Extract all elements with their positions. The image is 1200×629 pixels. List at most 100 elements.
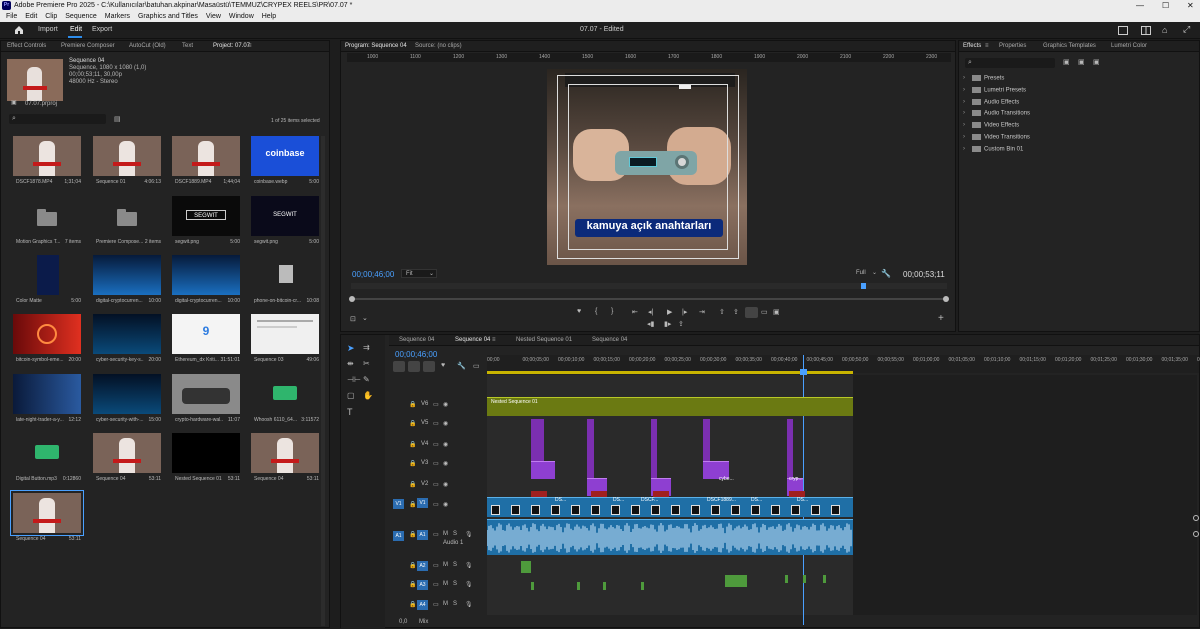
timeline-playhead[interactable] (803, 355, 804, 625)
sync-lock-icon[interactable]: ▭ (433, 601, 439, 608)
lock-icon[interactable]: 🔒 (409, 441, 416, 448)
program-time-ruler[interactable] (351, 283, 947, 289)
maximize-icon[interactable]: ☐ (1162, 0, 1169, 11)
quick-export-icon[interactable] (1118, 26, 1128, 35)
nest-toggle-icon[interactable] (393, 361, 405, 372)
tab-autocut[interactable]: AutoCut (Old) (129, 43, 166, 49)
project-item-thumb[interactable] (172, 255, 240, 295)
a2-audio-clip[interactable] (603, 582, 606, 590)
project-item-thumb[interactable] (172, 374, 240, 414)
solo-icon[interactable]: S (453, 581, 457, 587)
project-item-thumb[interactable] (93, 136, 161, 176)
tab-lumetri-color[interactable]: Lumetri Color (1111, 43, 1147, 49)
quality-dropdown[interactable]: Full ⌄ (854, 269, 880, 278)
type-tool-icon[interactable]: T (347, 407, 353, 417)
lock-icon[interactable]: 🔒 (409, 481, 416, 488)
nested-sequence-clip[interactable]: Nested Sequence 01 (487, 397, 853, 416)
project-item-thumb[interactable]: 9 (172, 314, 240, 354)
fit-dropdown[interactable]: Fit ⌄ (401, 269, 437, 278)
effects-search-input[interactable]: ⌕ (965, 58, 1055, 68)
lock-icon[interactable]: 🔒 (409, 460, 416, 467)
eye-icon[interactable]: ◉ (443, 420, 448, 427)
project-item-thumb[interactable]: SEGWIT (251, 196, 319, 236)
timeline-tab-nested[interactable]: Nested Sequence 01 (516, 337, 572, 343)
microphone-icon[interactable]: 🎙 (465, 531, 473, 538)
export-icon[interactable]: ⇪ (678, 320, 684, 328)
tab-program[interactable]: Program: Sequence 04 (345, 43, 407, 49)
project-item-thumb[interactable] (13, 433, 81, 473)
settings-wrench-icon[interactable]: 🔧 (881, 269, 891, 278)
32bit-effects-icon[interactable]: ▣ (1078, 58, 1085, 66)
effects-folder-0[interactable]: Presets (963, 75, 1004, 82)
track-target-v1[interactable]: V1 (417, 498, 428, 508)
project-item-thumb[interactable] (13, 314, 81, 354)
lock-icon[interactable]: 🔒 (409, 420, 416, 427)
lock-icon[interactable]: 🔒 (409, 601, 416, 608)
effects-folder-3[interactable]: Audio Transitions (963, 110, 1030, 117)
program-playhead[interactable] (861, 283, 866, 289)
project-item-thumb[interactable] (251, 374, 319, 414)
eye-icon[interactable]: ◉ (443, 441, 448, 448)
tab-properties[interactable]: Properties (999, 43, 1026, 49)
effects-folder-1[interactable]: Lumetri Presets (963, 86, 1026, 93)
mute-icon[interactable]: M (443, 531, 448, 537)
home-icon[interactable] (14, 25, 24, 35)
accelerated-effects-icon[interactable]: ▣ (1063, 58, 1070, 66)
project-item-thumb[interactable] (13, 136, 81, 176)
project-item-thumb[interactable]: SEGWIT (172, 196, 240, 236)
lock-icon[interactable]: 🔒 (409, 531, 416, 538)
project-item-thumb[interactable]: coinbase (251, 136, 319, 176)
v3-graphic-clip[interactable] (587, 419, 594, 479)
effects-folder-4[interactable]: Video Effects (963, 122, 1019, 129)
project-item-thumb[interactable] (93, 314, 161, 354)
tab-graphics-templates[interactable]: Graphics Templates (1043, 43, 1096, 49)
v3-graphic-clip[interactable] (787, 419, 793, 479)
close-icon[interactable]: ✕ (1187, 0, 1194, 11)
a2-audio-clip[interactable] (521, 561, 531, 573)
microphone-icon[interactable]: 🎙 (465, 581, 473, 588)
lock-icon[interactable]: 🔒 (409, 501, 416, 508)
tab-effects[interactable]: Effects (963, 43, 981, 49)
effects-folder-2[interactable]: Audio Effects (963, 98, 1019, 105)
eye-icon[interactable]: ◉ (443, 401, 448, 408)
eye-icon[interactable]: ◉ (443, 460, 448, 467)
sync-lock-icon[interactable]: ▭ (433, 531, 439, 538)
mute-icon[interactable]: M (443, 581, 448, 587)
sync-lock-icon[interactable]: ▭ (433, 401, 439, 408)
solo-icon[interactable]: S (453, 562, 457, 568)
notifications-icon[interactable]: ⌂ (1162, 25, 1167, 35)
chevron-down-icon[interactable]: ⌄ (362, 314, 368, 322)
a2-audio-clip[interactable] (641, 582, 644, 590)
v2-clip[interactable] (531, 461, 555, 479)
linked-selection-icon[interactable] (423, 361, 435, 372)
workspace-tab-edit[interactable]: Edit (70, 26, 82, 33)
workspace-tab-export[interactable]: Export (92, 26, 112, 33)
sync-lock-icon[interactable]: ▭ (433, 562, 439, 569)
project-item-thumb[interactable] (10, 490, 84, 536)
timeline-playhead-handle[interactable] (800, 369, 807, 375)
zoom-handle-right[interactable] (943, 296, 949, 302)
menu-view[interactable]: View (206, 13, 221, 20)
new-bin-icon[interactable]: ▤ (114, 115, 121, 123)
lock-icon[interactable]: 🔒 (409, 581, 416, 588)
sync-lock-icon[interactable]: ▭ (433, 581, 439, 588)
track-target-a1[interactable]: A1 (417, 530, 428, 540)
project-item-thumb[interactable] (13, 196, 81, 236)
safe-margins-toggle[interactable] (745, 307, 758, 318)
go-to-in-icon[interactable]: ⇤ (632, 308, 638, 316)
track-target-a2[interactable]: A2 (417, 561, 428, 571)
step-forward-icon[interactable]: |▸ (682, 308, 687, 316)
timeline-timecode[interactable]: 00;00;46;00 (395, 350, 437, 359)
menu-graphics[interactable]: Graphics and Titles (138, 13, 198, 20)
workspace-tab-import[interactable]: Import (38, 26, 58, 33)
add-marker-icon[interactable]: ♥ (577, 308, 581, 315)
timeline-tab-4[interactable]: Sequence 04 (592, 337, 627, 343)
microphone-icon[interactable]: 🎙 (465, 562, 473, 569)
ripple-edit-tool-icon[interactable]: ⇼ (347, 359, 354, 368)
timeline-tab-1[interactable]: Sequence 04 (399, 337, 434, 343)
pen-tool-icon[interactable]: ✎ (363, 375, 370, 384)
project-item-thumb[interactable] (93, 374, 161, 414)
selection-tool-icon[interactable]: ➤ (347, 343, 355, 354)
menu-markers[interactable]: Markers (105, 13, 130, 20)
menu-file[interactable]: File (6, 13, 17, 20)
